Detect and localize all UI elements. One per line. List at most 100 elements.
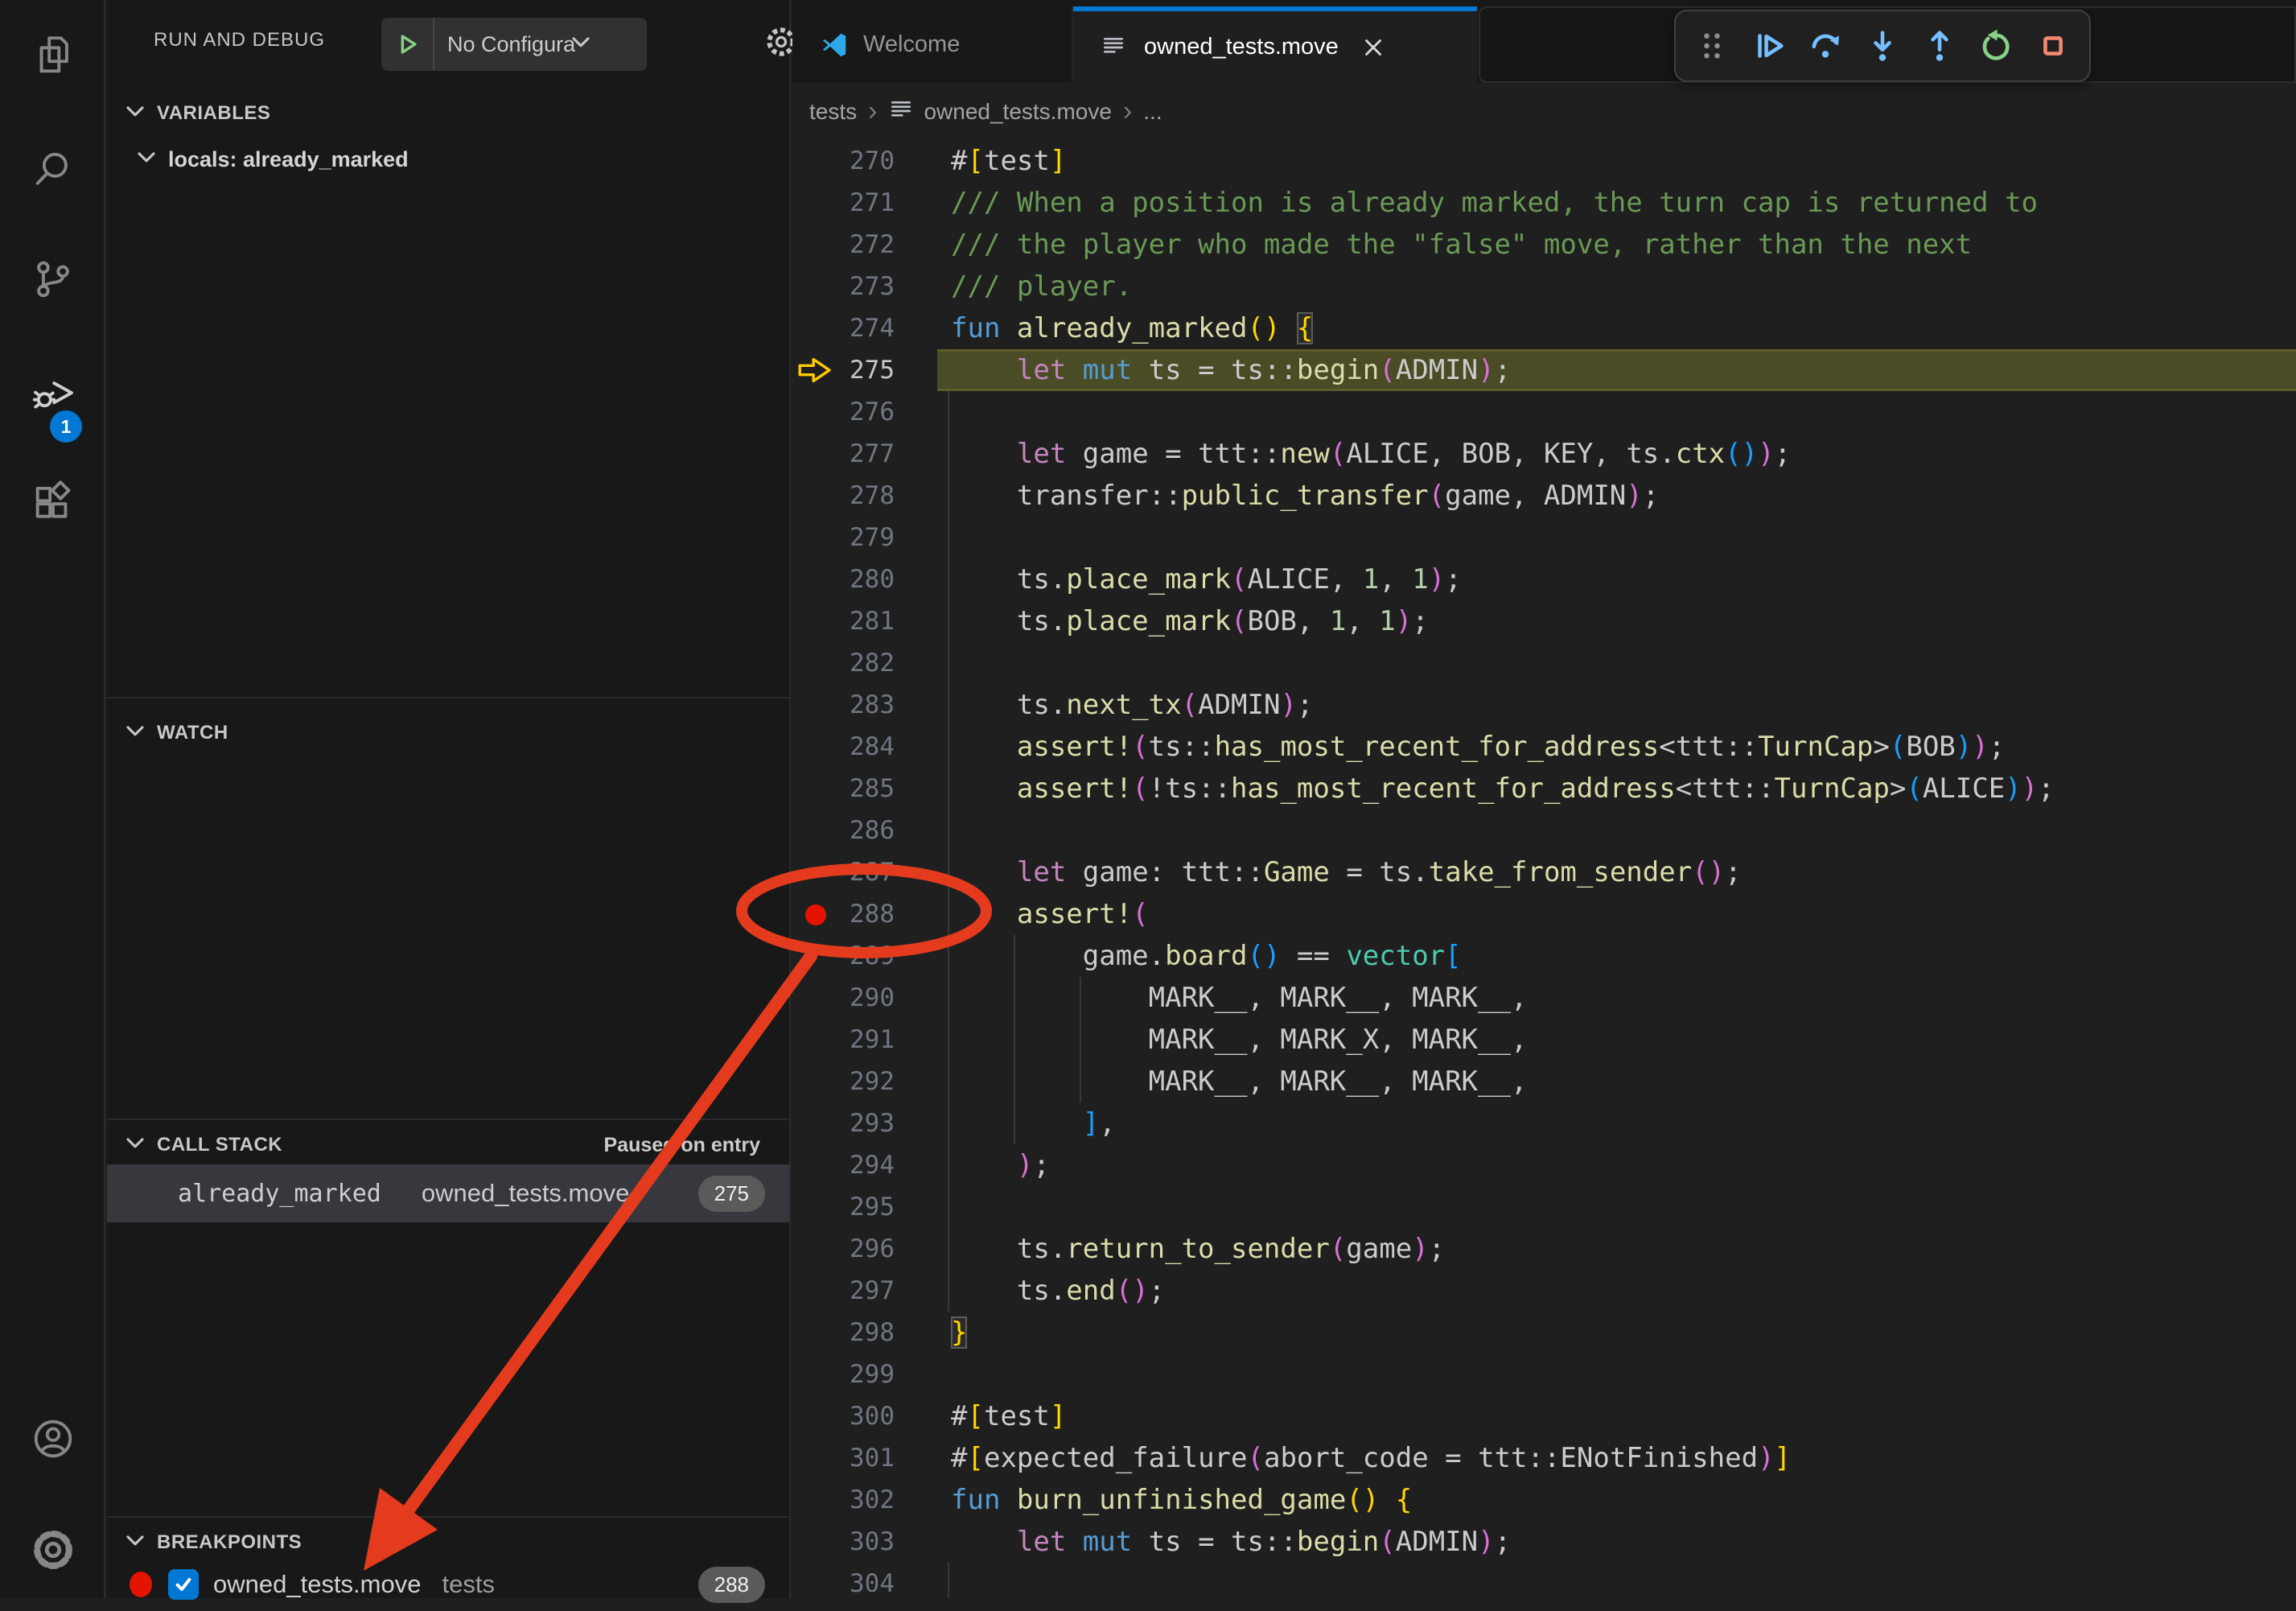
- line-number[interactable]: 284: [792, 726, 895, 768]
- code-line-270[interactable]: 270#[test]: [792, 140, 2296, 182]
- line-number[interactable]: 287: [792, 851, 895, 893]
- line-number[interactable]: 300: [792, 1395, 895, 1437]
- code-line-300[interactable]: 300#[test]: [792, 1395, 2296, 1437]
- section-header-watch[interactable]: WATCH: [107, 708, 789, 758]
- line-number[interactable]: 294: [792, 1144, 895, 1186]
- code-line-297[interactable]: 297 ts.end();: [792, 1270, 2296, 1312]
- variables-scope-row[interactable]: locals: already_marked: [107, 137, 789, 182]
- breadcrumb-item[interactable]: tests: [809, 99, 857, 125]
- line-number[interactable]: 301: [792, 1437, 895, 1479]
- code-line-291[interactable]: 291 MARK__, MARK_X, MARK__,: [792, 1019, 2296, 1061]
- line-number[interactable]: 272: [792, 224, 895, 266]
- section-header-variables[interactable]: VARIABLES: [107, 89, 789, 138]
- launch-configuration-control[interactable]: No Configura: [381, 18, 647, 71]
- source-control-icon[interactable]: [0, 224, 105, 335]
- line-number[interactable]: 286: [792, 810, 895, 851]
- line-number[interactable]: 285: [792, 768, 895, 810]
- code-line-292[interactable]: 292 MARK__, MARK__, MARK__,: [792, 1061, 2296, 1102]
- code-line-278[interactable]: 278 transfer::public_transfer(game, ADMI…: [792, 475, 2296, 517]
- line-number[interactable]: 277: [792, 433, 895, 475]
- line-number[interactable]: 291: [792, 1019, 895, 1061]
- stop-button[interactable]: [2028, 21, 2078, 71]
- breadcrumb-item[interactable]: owned_tests.move: [924, 99, 1111, 125]
- line-number[interactable]: 278: [792, 475, 895, 517]
- tab-owned-tests[interactable]: owned_tests.move: [1073, 6, 1477, 83]
- code-line-299[interactable]: 299: [792, 1353, 2296, 1395]
- code-line-284[interactable]: 284 assert!(ts::has_most_recent_for_addr…: [792, 726, 2296, 768]
- code-line-294[interactable]: 294 );: [792, 1144, 2296, 1186]
- code-line-281[interactable]: 281 ts.place_mark(BOB, 1, 1);: [792, 600, 2296, 642]
- line-number[interactable]: 290: [792, 977, 895, 1019]
- line-number[interactable]: 282: [792, 642, 895, 684]
- explorer-icon[interactable]: [0, 0, 105, 111]
- line-number[interactable]: 298: [792, 1312, 895, 1353]
- line-number[interactable]: 271: [792, 182, 895, 224]
- code-line-295[interactable]: 295: [792, 1186, 2296, 1228]
- close-icon[interactable]: [1360, 34, 1387, 61]
- code-line-287[interactable]: 287 let game: ttt::Game = ts.take_from_s…: [792, 851, 2296, 893]
- line-number[interactable]: 279: [792, 517, 895, 558]
- line-number[interactable]: 302: [792, 1479, 895, 1521]
- breakpoint-checkbox[interactable]: [168, 1569, 199, 1600]
- account-icon[interactable]: [0, 1383, 105, 1494]
- line-number[interactable]: 295: [792, 1186, 895, 1228]
- line-number[interactable]: 273: [792, 266, 895, 307]
- tab-welcome[interactable]: Welcome: [792, 6, 1073, 83]
- code-line-282[interactable]: 282: [792, 642, 2296, 684]
- line-number[interactable]: 293: [792, 1102, 895, 1144]
- line-number[interactable]: 292: [792, 1061, 895, 1102]
- breadcrumb-item[interactable]: ...: [1143, 99, 1162, 125]
- step-out-button[interactable]: [1915, 21, 1965, 71]
- line-number[interactable]: 303: [792, 1521, 895, 1563]
- breakpoint-list-item[interactable]: owned_tests.move tests 288: [107, 1558, 789, 1611]
- code-line-274[interactable]: 274fun already_marked() {: [792, 307, 2296, 349]
- code-line-280[interactable]: 280 ts.place_mark(ALICE, 1, 1);: [792, 558, 2296, 600]
- code-line-298[interactable]: 298}: [792, 1312, 2296, 1353]
- line-number[interactable]: 281: [792, 600, 895, 642]
- code-line-303[interactable]: 303 let mut ts = ts::begin(ADMIN);: [792, 1521, 2296, 1563]
- start-debugging-button[interactable]: [381, 18, 434, 71]
- code-line-275[interactable]: 275 let mut ts = ts::begin(ADMIN);: [792, 349, 2296, 391]
- code-line-289[interactable]: 289 game.board() == vector[: [792, 935, 2296, 977]
- code-line-285[interactable]: 285 assert!(!ts::has_most_recent_for_add…: [792, 768, 2296, 810]
- code-editor[interactable]: 270#[test]271/// When a position is alre…: [792, 140, 2296, 1598]
- breakpoint-gutter-dot[interactable]: [805, 904, 826, 925]
- toolbar-drag-grip-icon[interactable]: [1687, 21, 1737, 71]
- code-text: MARK__, MARK_X, MARK__,: [951, 1019, 1527, 1061]
- code-line-276[interactable]: 276: [792, 391, 2296, 433]
- continue-button[interactable]: [1744, 21, 1794, 71]
- call-stack-frame-row[interactable]: already_marked owned_tests.move 275: [107, 1164, 789, 1222]
- line-number[interactable]: 289: [792, 935, 895, 977]
- code-line-301[interactable]: 301#[expected_failure(abort_code = ttt::…: [792, 1437, 2296, 1479]
- code-line-304[interactable]: 304: [792, 1563, 2296, 1605]
- code-line-279[interactable]: 279: [792, 517, 2296, 558]
- restart-button[interactable]: [1971, 21, 2021, 71]
- code-line-290[interactable]: 290 MARK__, MARK__, MARK__,: [792, 977, 2296, 1019]
- code-line-277[interactable]: 277 let game = ttt::new(ALICE, BOB, KEY,…: [792, 433, 2296, 475]
- code-line-272[interactable]: 272/// the player who made the "false" m…: [792, 224, 2296, 266]
- code-line-271[interactable]: 271/// When a position is already marked…: [792, 182, 2296, 224]
- code-line-288[interactable]: 288 assert!(: [792, 893, 2296, 935]
- settings-gear-icon[interactable]: [0, 1494, 105, 1605]
- line-number[interactable]: 296: [792, 1228, 895, 1270]
- code-line-286[interactable]: 286: [792, 810, 2296, 851]
- extensions-icon[interactable]: [0, 447, 105, 558]
- code-line-296[interactable]: 296 ts.return_to_sender(game);: [792, 1228, 2296, 1270]
- search-icon[interactable]: [0, 113, 105, 224]
- step-into-button[interactable]: [1858, 21, 1907, 71]
- code-line-273[interactable]: 273/// player.: [792, 266, 2296, 307]
- line-number[interactable]: 280: [792, 558, 895, 600]
- line-number[interactable]: 299: [792, 1353, 895, 1395]
- line-number[interactable]: 270: [792, 140, 895, 182]
- line-number[interactable]: 304: [792, 1563, 895, 1605]
- line-number[interactable]: 283: [792, 684, 895, 726]
- run-and-debug-icon[interactable]: 1: [0, 336, 105, 447]
- code-line-283[interactable]: 283 ts.next_tx(ADMIN);: [792, 684, 2296, 726]
- line-number[interactable]: 276: [792, 391, 895, 433]
- line-number[interactable]: 297: [792, 1270, 895, 1312]
- step-over-button[interactable]: [1800, 21, 1850, 71]
- configuration-dropdown[interactable]: No Configura: [434, 32, 575, 57]
- code-line-293[interactable]: 293 ],: [792, 1102, 2296, 1144]
- line-number[interactable]: 274: [792, 307, 895, 349]
- code-line-302[interactable]: 302fun burn_unfinished_game() {: [792, 1479, 2296, 1521]
